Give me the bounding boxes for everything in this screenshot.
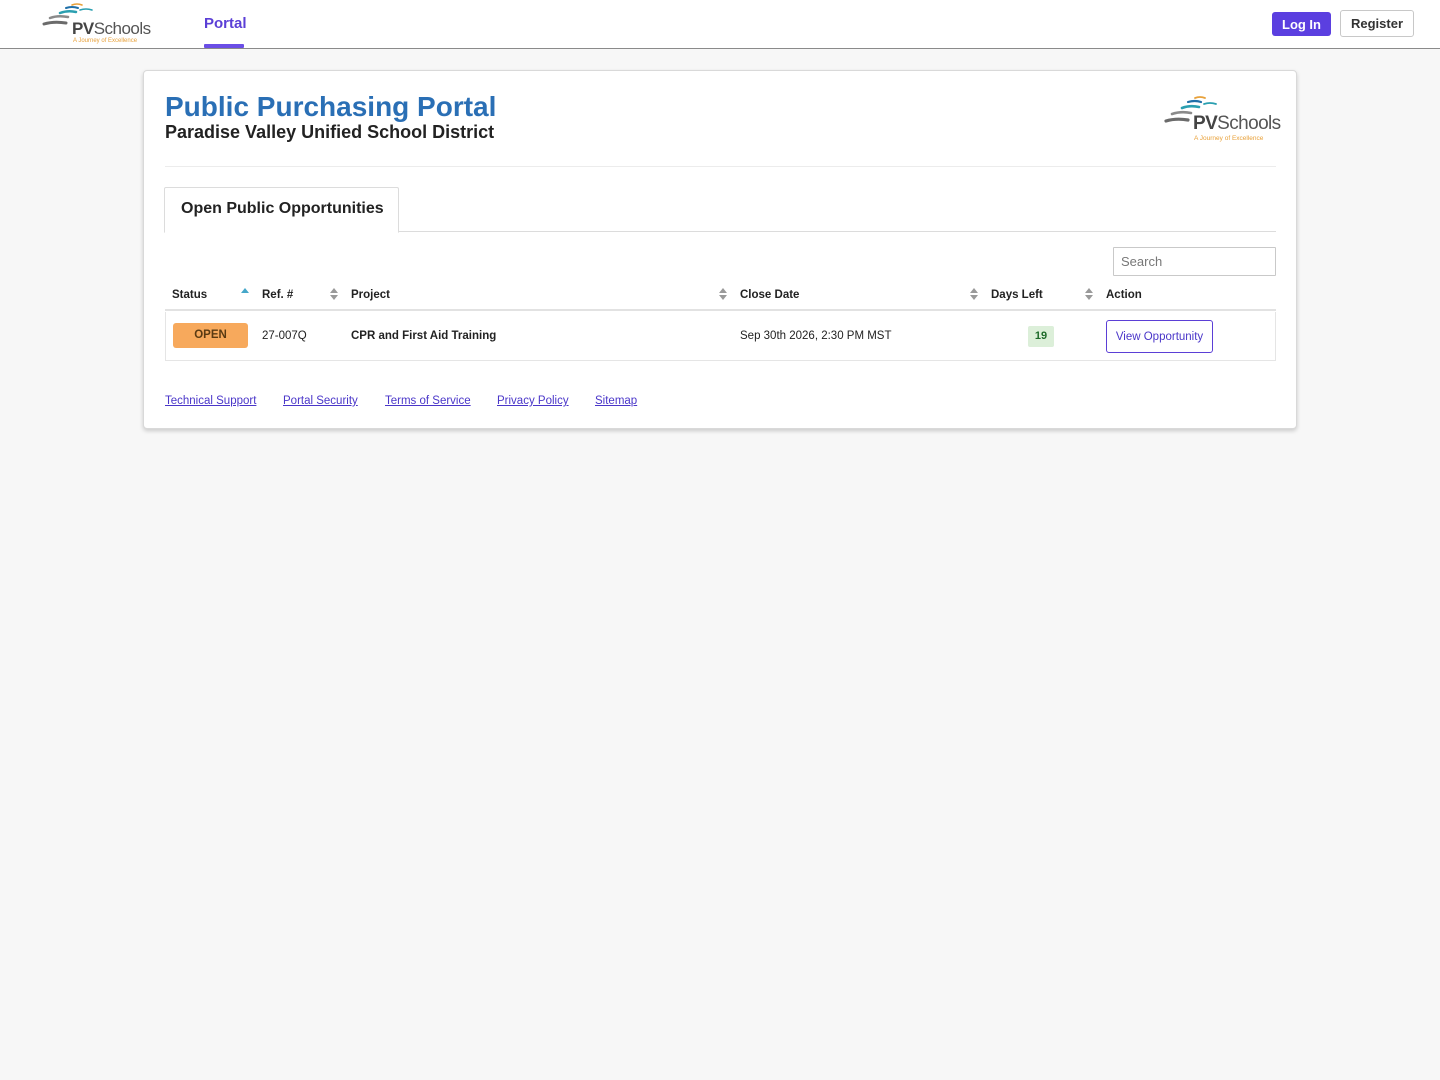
footer-link-technical-support[interactable]: Technical Support	[165, 395, 256, 407]
sort-arrows-icon[interactable]	[970, 288, 978, 302]
footer-link-privacy-policy[interactable]: Privacy Policy	[497, 395, 569, 407]
login-button[interactable]: Log In	[1272, 12, 1331, 36]
register-button[interactable]: Register	[1340, 10, 1414, 37]
footer-link-sitemap[interactable]: Sitemap	[595, 395, 637, 407]
project-name: CPR and First Aid Training	[351, 330, 497, 342]
close-date: Sep 30th 2026, 2:30 PM MST	[740, 330, 892, 342]
view-opportunity-button[interactable]: View Opportunity	[1106, 320, 1213, 353]
sort-arrows-icon[interactable]	[1085, 288, 1093, 302]
logo-wordmark: PVSchools	[72, 19, 151, 38]
page-title: Public Purchasing Portal	[165, 91, 497, 122]
nav-tab-portal[interactable]: Portal	[204, 0, 247, 48]
top-navbar: PVSchools A Journey of Excellence Portal…	[0, 0, 1440, 49]
table-header: Status Ref. # Project Close Date Days Le…	[165, 282, 1276, 311]
pvschools-logo[interactable]: PVSchools A Journey of Excellence	[42, 2, 154, 46]
sort-arrows-icon[interactable]	[330, 288, 338, 302]
column-header-close-date[interactable]: Close Date	[740, 282, 799, 309]
header-divider	[165, 166, 1276, 167]
table-row: OPEN 27-007Q CPR and First Aid Training …	[165, 312, 1276, 361]
status-badge: OPEN	[173, 323, 248, 348]
days-left-badge: 19	[1028, 326, 1054, 347]
column-header-project[interactable]: Project	[351, 282, 390, 309]
tab-open-public-opportunities[interactable]: Open Public Opportunities	[164, 187, 399, 233]
portal-card: Public Purchasing Portal Paradise Valley…	[143, 70, 1297, 429]
footer-link-portal-security[interactable]: Portal Security	[283, 395, 358, 407]
column-header-status[interactable]: Status	[172, 282, 207, 309]
ref-number: 27-007Q	[262, 330, 307, 342]
logo-tagline: A Journey of Excellence	[1194, 135, 1264, 142]
column-header-days-left[interactable]: Days Left	[991, 282, 1043, 309]
footer-link-terms-of-service[interactable]: Terms of Service	[385, 395, 471, 407]
page-subtitle: Paradise Valley Unified School District	[165, 122, 495, 142]
logo-tagline: A Journey of Excellence	[73, 38, 138, 44]
column-header-action: Action	[1106, 289, 1142, 301]
sort-ascending-icon[interactable]	[241, 288, 249, 302]
pvschools-logo-large: PVSchools A Journey of Excellence	[1164, 95, 1281, 145]
column-header-ref[interactable]: Ref. #	[262, 282, 293, 309]
logo-wordmark: PVSchools	[1193, 113, 1281, 134]
sort-arrows-icon[interactable]	[719, 288, 727, 302]
search-input[interactable]	[1113, 247, 1276, 276]
